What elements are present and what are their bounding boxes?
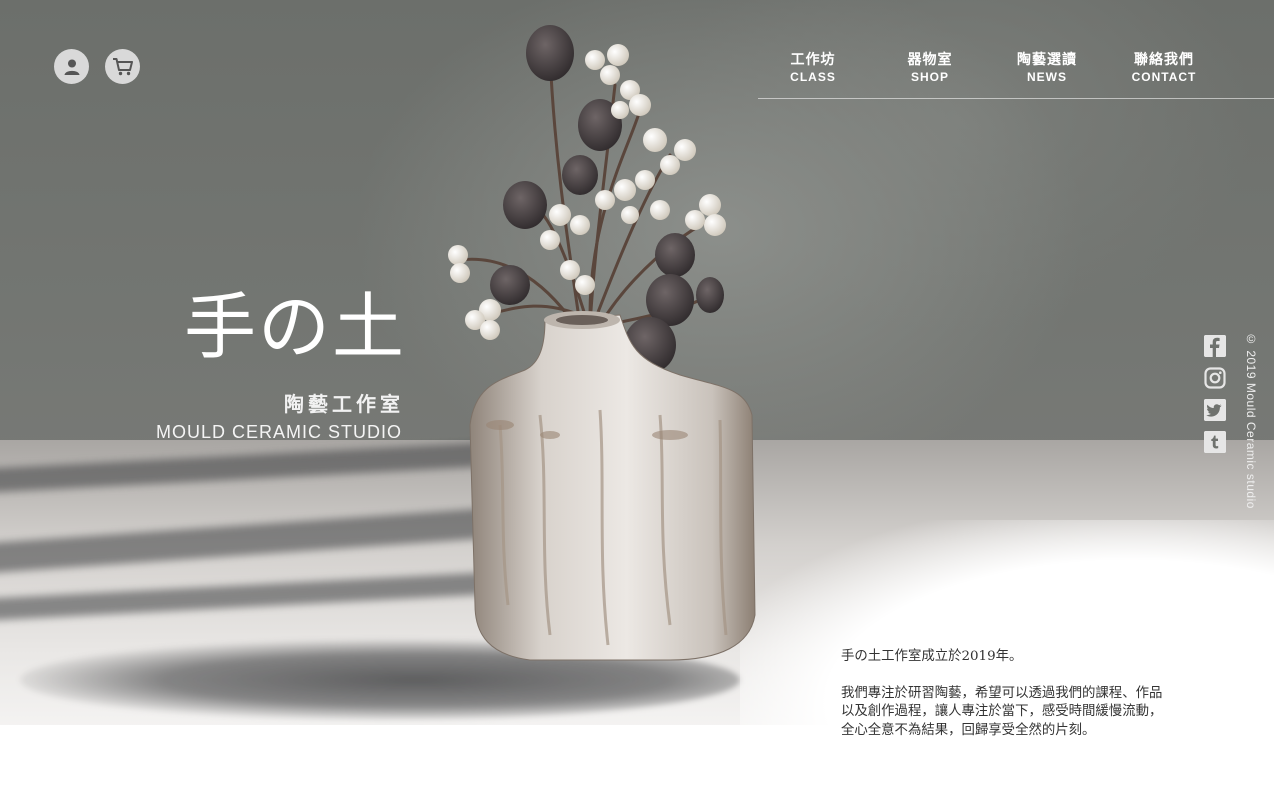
nav-label-en: CONTACT bbox=[1131, 70, 1197, 84]
instagram-icon bbox=[1204, 367, 1226, 389]
nav-label-zh: 器物室 bbox=[907, 52, 953, 68]
intro-line: 我們專注於研習陶藝，希望可以透過我們的課程、作品 bbox=[841, 685, 1163, 701]
nav-item-news[interactable]: 陶藝選讀 NEWS bbox=[997, 52, 1097, 86]
nav-label-zh: 陶藝選讀 bbox=[1017, 52, 1077, 68]
nav-label-en: NEWS bbox=[1027, 70, 1067, 84]
cart-icon bbox=[112, 57, 133, 75]
account-button[interactable] bbox=[54, 49, 89, 84]
brand-title: 手の土 bbox=[183, 285, 406, 369]
nav-item-class[interactable]: 工作坊 CLASS bbox=[763, 52, 863, 86]
cart-button[interactable] bbox=[105, 49, 140, 84]
nav-item-contact[interactable]: 聯絡我們 CONTACT bbox=[1114, 52, 1214, 86]
tumblr-link[interactable] bbox=[1204, 431, 1226, 453]
vase-illustration bbox=[448, 25, 756, 661]
nav-label-zh: 聯絡我們 bbox=[1134, 52, 1194, 68]
intro-line: 手の土工作室成立於2019年。 bbox=[841, 649, 1023, 664]
nav-label-zh: 工作坊 bbox=[790, 52, 836, 68]
tumblr-icon bbox=[1204, 431, 1226, 453]
twitter-link[interactable] bbox=[1204, 399, 1226, 421]
facebook-link[interactable] bbox=[1204, 335, 1226, 357]
instagram-link[interactable] bbox=[1204, 367, 1226, 389]
main-nav: 工作坊 CLASS 器物室 SHOP 陶藝選讀 NEWS 聯絡我們 CONTAC… bbox=[758, 52, 1274, 99]
user-icon bbox=[64, 59, 79, 75]
nav-item-shop[interactable]: 器物室 SHOP bbox=[880, 52, 980, 86]
brand-subtitle-zh: 陶藝工作室 bbox=[284, 392, 404, 416]
intro-line: 全心全意不為結果，回歸享受全然的片刻。 bbox=[841, 722, 1096, 738]
copyright-text: © 2019 Mould Ceramic studio bbox=[1244, 332, 1258, 509]
nav-label-en: CLASS bbox=[790, 70, 836, 84]
facebook-icon bbox=[1204, 335, 1226, 357]
intro-text: 手の土工作室成立於2019年。 我們專注於研習陶藝，希望可以透過我們的課程、作品… bbox=[841, 648, 1221, 740]
brand-subtitle-en: MOULD CERAMIC STUDIO bbox=[155, 422, 402, 442]
nav-label-en: SHOP bbox=[910, 70, 949, 84]
intro-line: 以及創作過程，讓人專注於當下，感受時間緩慢流動， bbox=[841, 704, 1163, 719]
twitter-icon bbox=[1204, 399, 1226, 421]
